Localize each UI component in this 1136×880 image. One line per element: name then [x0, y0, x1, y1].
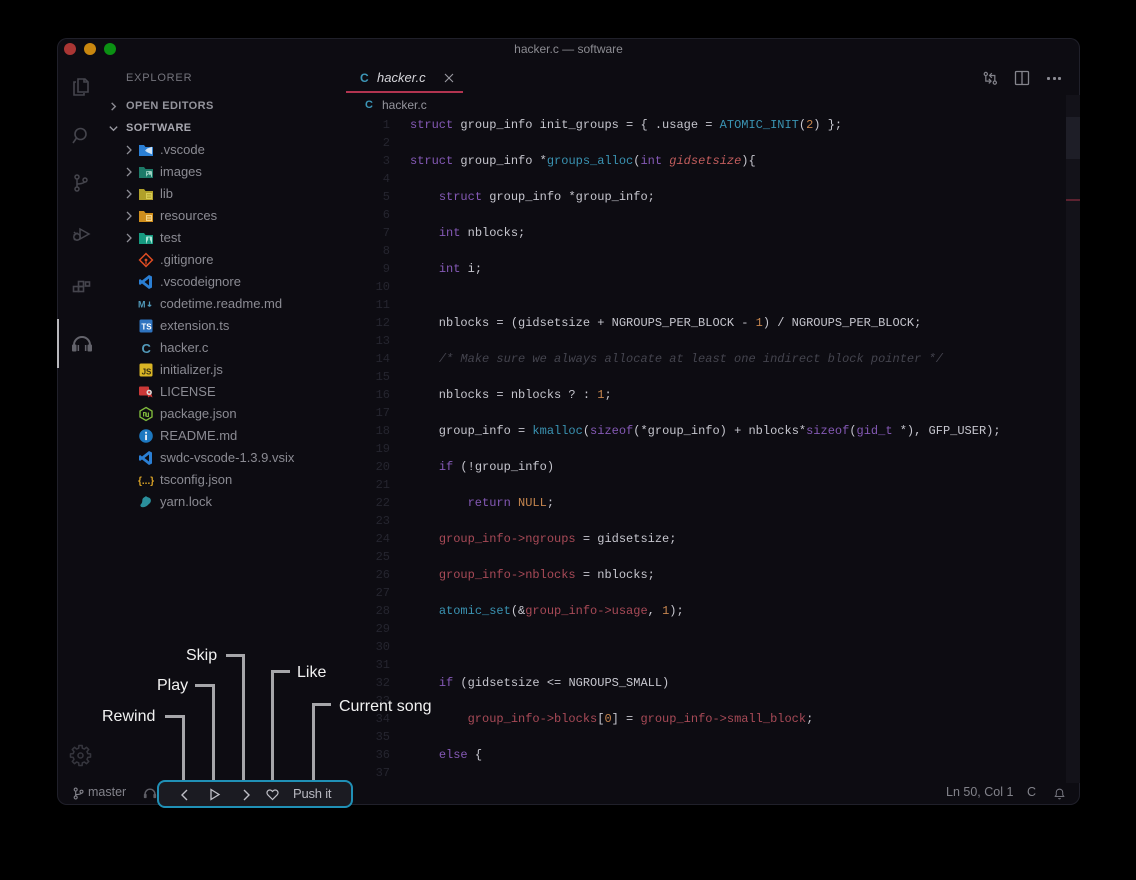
svg-text:C: C: [142, 341, 152, 356]
svg-text:JS: JS: [142, 367, 152, 376]
svg-text:TS: TS: [141, 323, 152, 332]
svg-text:M: M: [138, 300, 146, 310]
svg-text:{...}: {...}: [138, 476, 154, 487]
